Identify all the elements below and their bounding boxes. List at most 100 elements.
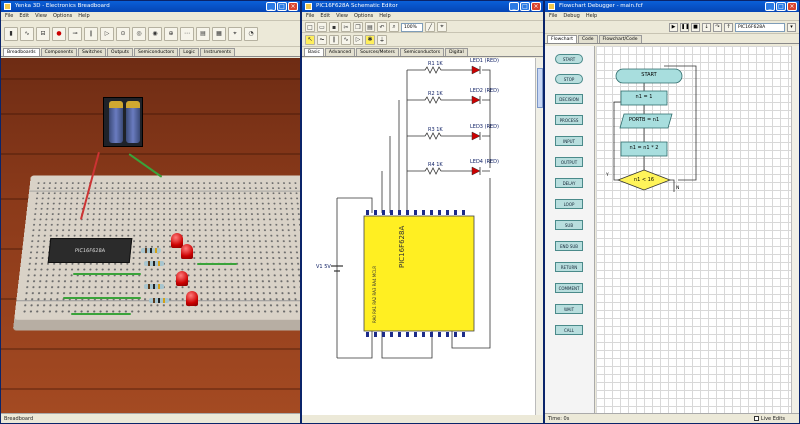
- resistor-3d[interactable]: [141, 248, 161, 253]
- stop-icon[interactable]: ■: [691, 22, 700, 32]
- vertical-scrollbar[interactable]: [535, 58, 543, 415]
- led-tool-icon[interactable]: ●: [52, 26, 66, 41]
- step-into-icon[interactable]: ↓: [702, 22, 711, 32]
- vertical-scrollbar[interactable]: [791, 46, 799, 415]
- minimize-button[interactable]: _: [266, 2, 276, 11]
- sensor-tool-icon[interactable]: ⋯: [180, 26, 194, 41]
- menu-help[interactable]: Help: [379, 12, 390, 20]
- pointer-icon[interactable]: ↖: [305, 34, 315, 45]
- tab-breadboards[interactable]: Breadboards: [3, 48, 40, 56]
- resistor-tool-icon[interactable]: ⊟: [36, 26, 50, 41]
- tab-instruments[interactable]: Instruments: [200, 48, 236, 56]
- schematic-canvas[interactable]: R1 1K R2 1K R3 1K R4 1K LED1 (RED) LED2 …: [302, 58, 537, 415]
- copy-icon[interactable]: ❐: [353, 22, 363, 32]
- motor-tool-icon[interactable]: ⊕: [164, 26, 178, 41]
- step-over-icon[interactable]: ↷: [713, 22, 722, 32]
- diode-tool-icon[interactable]: ▷: [100, 26, 114, 41]
- tab-logic[interactable]: Logic: [179, 48, 200, 56]
- menu-file[interactable]: File: [306, 12, 314, 20]
- ic-tool-icon[interactable]: ▦: [212, 26, 226, 41]
- menu-options[interactable]: Options: [53, 12, 72, 20]
- minimize-button[interactable]: _: [509, 2, 519, 11]
- inductor-icon[interactable]: ∿: [341, 34, 351, 45]
- ground-icon[interactable]: ⏚: [377, 34, 387, 45]
- battery-tool-icon[interactable]: ▮: [4, 26, 18, 41]
- palette-item-return[interactable]: RETURN: [555, 262, 583, 272]
- run-icon[interactable]: ▶: [669, 22, 678, 32]
- palette-item-start[interactable]: START: [555, 54, 583, 64]
- potentiometer-tool-icon[interactable]: ◎: [132, 26, 146, 41]
- wire[interactable]: [73, 273, 141, 275]
- window-titlebar[interactable]: PIC16F628A Schematic Editor _ □ ×: [302, 1, 543, 12]
- probe-tool-icon[interactable]: ⌖: [228, 26, 242, 41]
- switch-tool-icon[interactable]: ⊸: [68, 26, 82, 41]
- capacitor-tool-icon[interactable]: ∥: [84, 26, 98, 41]
- resistor-3d[interactable]: [144, 284, 164, 289]
- flowchart-canvas[interactable]: START n1 = 1 PORTB = n1 n1 = n1 * 2 n1 <…: [596, 46, 793, 415]
- palette-item-delay[interactable]: DELAY: [555, 178, 583, 188]
- menu-help[interactable]: Help: [78, 12, 89, 20]
- maximize-button[interactable]: □: [520, 2, 530, 11]
- resistor-3d[interactable]: [149, 298, 169, 303]
- menu-help[interactable]: Help: [586, 12, 597, 20]
- palette-item-end-sub[interactable]: END SUB: [555, 241, 583, 251]
- meter-tool-icon[interactable]: ◔: [244, 26, 258, 41]
- led-3d[interactable]: [176, 271, 188, 286]
- chip-tool-icon[interactable]: ▤: [196, 26, 210, 41]
- scrollbar-thumb[interactable]: [537, 68, 543, 108]
- palette-item-decision[interactable]: DECISION: [555, 94, 583, 104]
- minimize-button[interactable]: _: [765, 2, 775, 11]
- buzzer-tool-icon[interactable]: ◉: [148, 26, 162, 41]
- diode-icon[interactable]: ▷: [353, 34, 363, 45]
- new-icon[interactable]: □: [305, 22, 315, 32]
- led-3d[interactable]: [186, 291, 198, 306]
- flow-step3-label[interactable]: n1 = n1 * 2: [621, 145, 667, 151]
- close-button[interactable]: ×: [531, 2, 541, 11]
- transistor-tool-icon[interactable]: ⊙: [116, 26, 130, 41]
- maximize-button[interactable]: □: [776, 2, 786, 11]
- wire-tool-icon[interactable]: ∿: [20, 26, 34, 41]
- cut-icon[interactable]: ✂: [341, 22, 351, 32]
- window-titlebar[interactable]: Flowchart Debugger - main.fcf _ □ ×: [545, 1, 799, 12]
- zoom-icon[interactable]: ⌕: [389, 22, 399, 32]
- menu-view[interactable]: View: [35, 12, 47, 20]
- tab-semiconductors[interactable]: Semiconductors: [399, 48, 445, 56]
- chevron-down-icon[interactable]: ▾: [787, 22, 796, 32]
- resistor-3d[interactable]: [144, 261, 164, 266]
- tab-flowchart[interactable]: Flowchart: [547, 35, 577, 43]
- tab-basic[interactable]: Basic: [304, 48, 324, 56]
- window-titlebar[interactable]: Yenka 3D - Electronics Breadboard _ □ ×: [1, 1, 300, 12]
- resistor-icon[interactable]: ⏦: [317, 34, 327, 45]
- close-button[interactable]: ×: [787, 2, 797, 11]
- flow-step1-label[interactable]: n1 = 1: [621, 94, 667, 100]
- capacitor-icon[interactable]: ∥: [329, 34, 339, 45]
- menu-edit[interactable]: Edit: [19, 12, 29, 20]
- palette-item-sub[interactable]: SUB: [555, 220, 583, 230]
- tab-semiconductors[interactable]: Semiconductors: [134, 48, 179, 56]
- pic-chip-3d[interactable]: PIC16F628A: [47, 238, 133, 263]
- pause-icon[interactable]: ❚❚: [680, 22, 689, 32]
- flow-decision-label[interactable]: n1 < 16: [622, 177, 666, 183]
- live-edits-checkbox[interactable]: [753, 416, 759, 421]
- undo-icon[interactable]: ↶: [377, 22, 387, 32]
- menu-view[interactable]: View: [336, 12, 348, 20]
- tab-code[interactable]: Code: [577, 35, 598, 43]
- tab-sources-meters[interactable]: Sources/Meters: [356, 48, 399, 56]
- palette-item-call[interactable]: CALL: [555, 325, 583, 335]
- wire[interactable]: [63, 297, 141, 299]
- tab-digital[interactable]: Digital: [445, 48, 468, 56]
- flow-start-label[interactable]: START: [616, 72, 682, 78]
- menu-debug[interactable]: Debug: [563, 12, 579, 20]
- palette-item-output[interactable]: OUTPUT: [555, 157, 583, 167]
- menu-options[interactable]: Options: [354, 12, 373, 20]
- menu-edit[interactable]: Edit: [320, 12, 330, 20]
- wire[interactable]: [71, 313, 131, 315]
- led-3d[interactable]: [181, 244, 193, 259]
- step-out-icon[interactable]: ↑: [724, 22, 733, 32]
- palette-item-comment[interactable]: COMMENT: [555, 283, 583, 293]
- palette-item-stop[interactable]: STOP: [555, 74, 583, 84]
- flow-step2-label[interactable]: PORTB = n1: [621, 117, 667, 123]
- palette-item-wait[interactable]: WAIT: [555, 304, 583, 314]
- palette-item-input[interactable]: INPUT: [555, 136, 583, 146]
- maximize-button[interactable]: □: [277, 2, 287, 11]
